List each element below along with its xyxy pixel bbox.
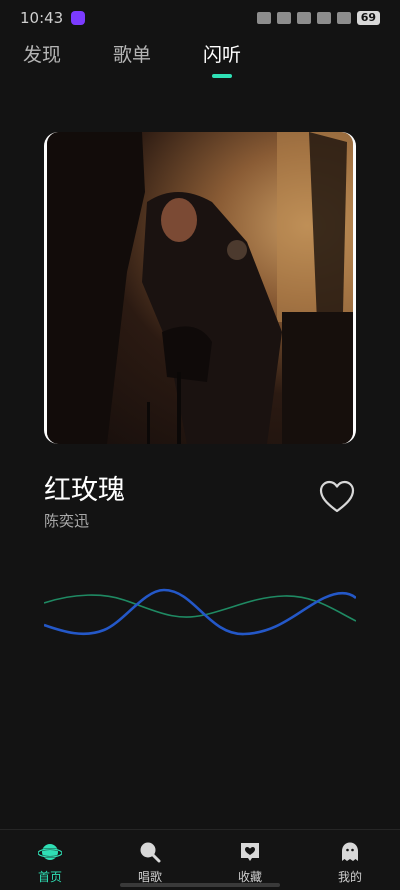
- nav-item-favorites[interactable]: 收藏: [200, 830, 300, 890]
- tab-discover[interactable]: 发现: [23, 40, 61, 67]
- album-cover-image: [47, 132, 353, 444]
- song-title: 红玫瑰: [44, 475, 125, 506]
- album-cover-card[interactable]: [44, 132, 356, 444]
- mute-icon: [276, 12, 291, 24]
- status-bar: 10:43 69: [0, 0, 400, 36]
- vpn-icon: [296, 12, 311, 24]
- like-heart-icon[interactable]: [318, 478, 356, 516]
- status-icons: 69: [256, 11, 380, 25]
- microphone-icon: [140, 842, 161, 863]
- gesture-home-bar[interactable]: [120, 883, 280, 887]
- active-tab-indicator: [212, 74, 232, 78]
- top-tab-bar: 发现 歌单 闪听: [0, 36, 400, 84]
- nav-label-profile: 我的: [337, 870, 362, 884]
- battery-indicator: 69: [356, 11, 380, 25]
- favorites-icon: [241, 843, 259, 861]
- nav-item-profile[interactable]: 我的: [300, 830, 400, 890]
- status-time: 10:43: [20, 9, 64, 27]
- song-artist: 陈奕迅: [44, 512, 90, 530]
- nav-item-sing[interactable]: 唱歌: [100, 830, 200, 890]
- tab-playlists[interactable]: 歌单: [113, 40, 151, 67]
- bottom-navigation: 首页 唱歌 收藏 我的: [0, 829, 400, 890]
- signal-icon: [316, 12, 331, 24]
- planet-icon: [38, 844, 62, 860]
- album-photo-illustration: [47, 132, 353, 444]
- tab-quick-listen[interactable]: 闪听: [203, 40, 241, 67]
- nav-label-home: 首页: [37, 870, 62, 884]
- wifi-icon: [336, 12, 351, 24]
- audio-waveform: [43, 580, 357, 644]
- alarm-icon: [256, 12, 271, 24]
- nav-item-home[interactable]: 首页: [0, 830, 100, 890]
- app-notification-icon: [71, 11, 86, 25]
- ghost-profile-icon: [342, 842, 358, 861]
